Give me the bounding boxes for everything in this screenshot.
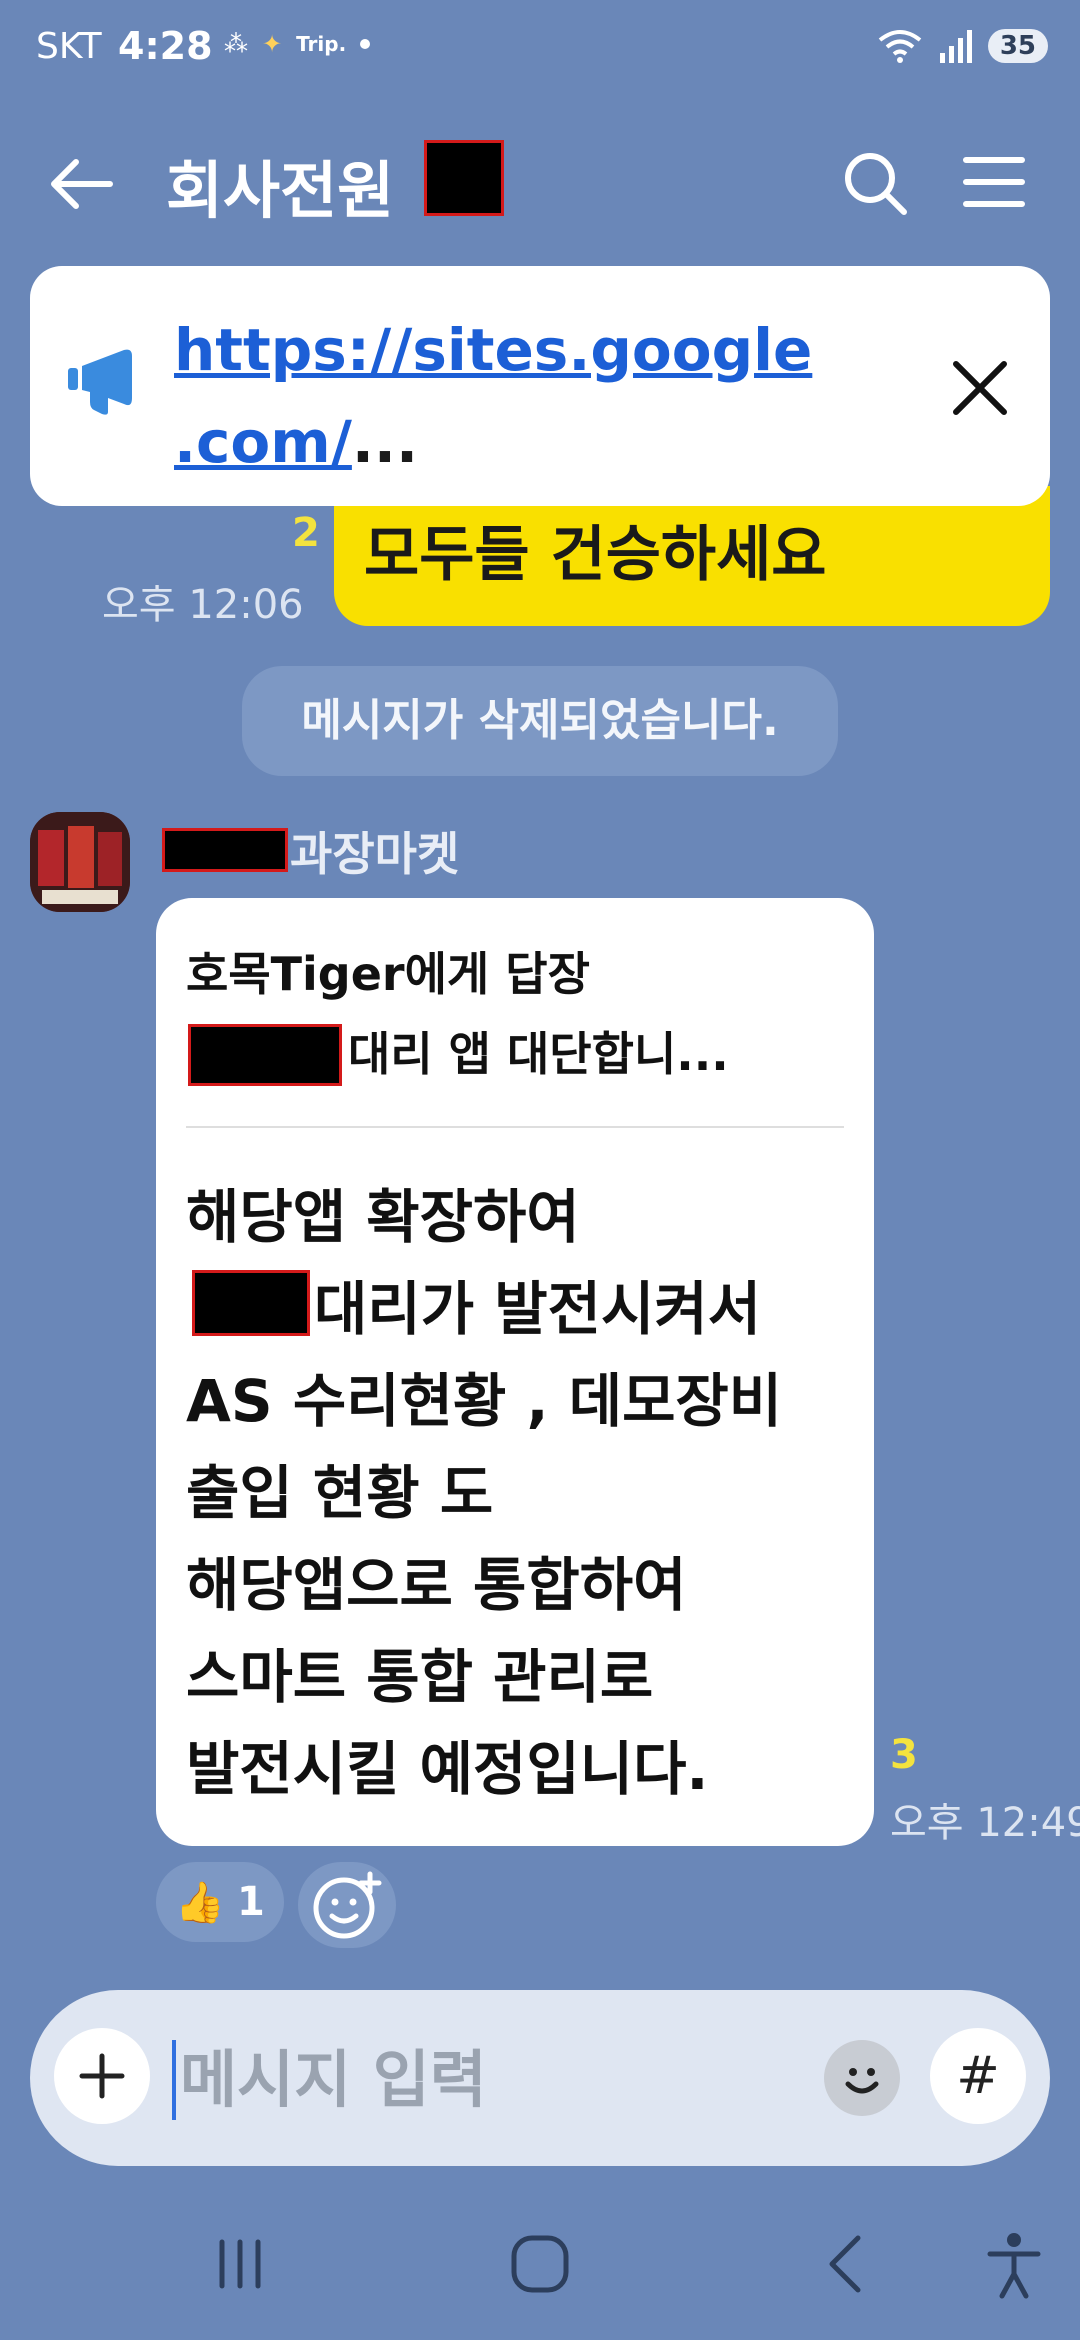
- status-bar: SKT 4:28 ⁂ ✦ Trip. 35: [0, 0, 1080, 100]
- recent-apps-icon[interactable]: [210, 2234, 270, 2294]
- notice-link[interactable]: https://sites.google .com/...: [174, 304, 894, 488]
- carrier-label: SKT: [36, 26, 102, 67]
- emoji-button[interactable]: [824, 2040, 900, 2116]
- more-notifications-dot: [360, 39, 371, 49]
- system-icons: 35: [878, 28, 1048, 64]
- message-line: 해당앱으로 통합하여: [186, 1551, 687, 1619]
- message-line: 대리가 발전시켜서: [314, 1275, 762, 1343]
- wifi-icon: [878, 30, 922, 63]
- message-composer: 메시지 입력 #: [30, 1990, 1050, 2166]
- deleted-message-notice: 메시지가 삭제되었습니다.: [242, 666, 838, 776]
- notice-link-line2[interactable]: .com/: [174, 408, 352, 476]
- close-icon[interactable]: [950, 358, 1010, 418]
- message-line: 해당앱 확장하여: [186, 1183, 580, 1251]
- clock: 4:28: [118, 24, 213, 68]
- avatar-image: [30, 812, 130, 912]
- add-reaction-button[interactable]: [298, 1862, 396, 1948]
- message-line: 스마트 통합 관리로: [186, 1643, 654, 1711]
- redaction-box: [162, 828, 288, 872]
- notice-link-line1[interactable]: https://sites.google: [174, 316, 812, 384]
- sender-name[interactable]: 과장마켓: [290, 818, 459, 884]
- reaction-count: 1: [236, 1879, 265, 1925]
- notice-ellipsis: ...: [351, 408, 418, 476]
- battery-indicator: 35: [987, 29, 1048, 63]
- message-input[interactable]: 메시지 입력: [172, 2040, 820, 2120]
- search-icon[interactable]: [840, 148, 910, 218]
- notice-banner[interactable]: https://sites.google .com/...: [30, 266, 1050, 506]
- back-arrow-icon[interactable]: [46, 154, 116, 214]
- attach-button[interactable]: [54, 2028, 150, 2124]
- trip-icon: Trip.: [296, 32, 347, 56]
- hashtag-button[interactable]: #: [930, 2028, 1026, 2124]
- smiley-icon: [845, 2068, 879, 2094]
- message-time: 오후 12:49: [890, 1800, 1080, 1846]
- message-line: 발전시킬 예정입니다.: [186, 1735, 709, 1803]
- reply-preview[interactable]: 대리 앱 대단합니...: [348, 1018, 729, 1084]
- system-nav-bar: [0, 2200, 1080, 2340]
- redaction-box: [192, 1270, 310, 1336]
- avatar[interactable]: [30, 812, 130, 912]
- reply-message-bubble[interactable]: 호목Tiger에게 답장 대리 앱 대단합니... 해당앱 확장하여 대리가 발…: [156, 898, 874, 1846]
- back-nav-icon[interactable]: [820, 2232, 870, 2296]
- my-message-bubble[interactable]: 모두들 건승하세요: [334, 486, 1050, 626]
- divider: [186, 1126, 844, 1128]
- battery-level: 35: [999, 31, 1036, 61]
- redaction-box: [424, 140, 504, 216]
- home-icon[interactable]: [508, 2232, 572, 2296]
- spark-icon: ✦: [262, 30, 283, 58]
- megaphone-icon: [68, 349, 132, 415]
- unread-count: 3: [890, 1732, 918, 1778]
- message-time: 오후 12:06: [102, 582, 304, 628]
- unread-count: 2: [292, 510, 320, 556]
- notification-icons: ⁂ ✦ Trip.: [224, 30, 371, 58]
- chat-header: 회사전원: [0, 120, 1080, 240]
- add-reaction-icon: [313, 1871, 382, 1939]
- reply-to-label[interactable]: 호목Tiger에게 답장: [186, 938, 590, 1004]
- like-reaction-chip[interactable]: 👍 1: [156, 1862, 284, 1942]
- plus-icon: [79, 2053, 125, 2099]
- signal-icon: [939, 30, 972, 63]
- message-line: 출입 현황 도: [186, 1459, 494, 1527]
- menu-icon[interactable]: [962, 152, 1026, 212]
- accessibility-icon[interactable]: [984, 2230, 1044, 2300]
- message-text: 모두들 건승하세요: [364, 520, 827, 590]
- thumbs-up-icon: 👍: [175, 1879, 225, 1926]
- app-notification-icon: ⁂: [224, 30, 248, 58]
- chat-room-title: 회사전원: [166, 154, 395, 227]
- message-line: AS 수리현황 , 데모장비: [186, 1367, 783, 1435]
- redaction-box: [188, 1024, 342, 1086]
